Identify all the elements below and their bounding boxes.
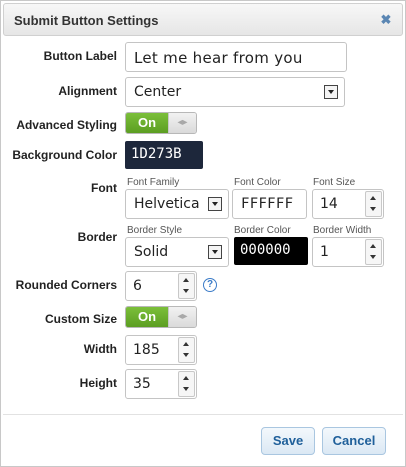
spinner-buttons — [178, 337, 195, 363]
custom-size-label: Custom Size — [44, 312, 117, 326]
width-spinner[interactable]: 185 — [125, 335, 197, 365]
width-value: 185 — [133, 342, 160, 358]
advanced-styling-label: Advanced Styling — [16, 118, 117, 132]
spinner-buttons — [365, 191, 382, 217]
font-family-select[interactable]: Helvetica — [125, 189, 229, 219]
toggle-grip-icon: ◂▸ — [168, 113, 196, 133]
submit-button-settings-dialog: Submit Button Settings ✖ Button Label Le… — [0, 0, 406, 467]
background-color-swatch[interactable]: 1D273B — [125, 141, 203, 169]
font-size-spinner[interactable]: 14 — [312, 189, 384, 219]
height-label: Height — [79, 376, 117, 390]
height-value: 35 — [133, 376, 151, 392]
spin-down-icon[interactable] — [179, 384, 194, 396]
spin-down-icon[interactable] — [179, 350, 194, 362]
font-family-value: Helvetica — [134, 196, 200, 212]
spin-up-icon[interactable] — [366, 240, 381, 252]
help-icon[interactable]: ? — [203, 278, 217, 292]
alignment-select[interactable]: Center — [125, 77, 345, 107]
close-icon[interactable]: ✖ — [378, 12, 394, 28]
font-label: Font — [91, 181, 117, 195]
width-label: Width — [83, 342, 117, 356]
font-color-value: FFFFFF — [241, 196, 294, 212]
font-family-label: Font Family — [127, 177, 180, 188]
spin-down-icon[interactable] — [366, 204, 381, 216]
footer-divider — [3, 414, 403, 415]
advanced-styling-toggle[interactable]: On ◂▸ — [125, 112, 197, 134]
border-style-label: Border Style — [127, 225, 183, 236]
border-width-spinner[interactable]: 1 — [312, 237, 384, 267]
dialog-titlebar: Submit Button Settings ✖ — [3, 3, 403, 36]
toggle-on-label: On — [126, 307, 168, 327]
border-color-value: 000000 — [240, 242, 291, 258]
spinner-buttons — [365, 239, 382, 265]
spin-down-icon[interactable] — [179, 286, 194, 298]
toggle-grip-icon: ◂▸ — [168, 307, 196, 327]
rounded-corners-value: 6 — [133, 278, 142, 294]
font-size-value: 14 — [320, 196, 338, 212]
font-color-input[interactable]: FFFFFF — [232, 189, 307, 219]
spin-up-icon[interactable] — [179, 372, 194, 384]
toggle-on-label: On — [126, 113, 168, 133]
chevron-down-icon[interactable] — [208, 197, 222, 211]
chevron-down-icon[interactable] — [324, 85, 338, 99]
background-color-label: Background Color — [12, 148, 117, 162]
border-label: Border — [77, 230, 117, 244]
button-label-value: Let me hear from you — [134, 49, 303, 67]
cancel-button[interactable]: Cancel — [322, 427, 386, 455]
spin-up-icon[interactable] — [366, 192, 381, 204]
border-width-value: 1 — [320, 244, 329, 260]
custom-size-toggle[interactable]: On ◂▸ — [125, 306, 197, 328]
button-label-label: Button Label — [43, 49, 117, 63]
spinner-buttons — [178, 371, 195, 397]
border-style-value: Solid — [134, 244, 169, 260]
height-spinner[interactable]: 35 — [125, 369, 197, 399]
rounded-corners-label: Rounded Corners — [15, 278, 117, 292]
spin-up-icon[interactable] — [179, 274, 194, 286]
spinner-buttons — [178, 273, 195, 299]
alignment-label: Alignment — [58, 84, 117, 98]
rounded-corners-spinner[interactable]: 6 — [125, 271, 197, 301]
save-button[interactable]: Save — [261, 427, 315, 455]
button-label-input[interactable]: Let me hear from you — [125, 42, 347, 72]
border-width-label: Border Width — [313, 225, 372, 236]
dialog-title: Submit Button Settings — [14, 13, 159, 28]
chevron-down-icon[interactable] — [208, 245, 222, 259]
background-color-value: 1D273B — [131, 146, 182, 162]
alignment-value: Center — [134, 84, 182, 100]
font-size-label: Font Size — [313, 177, 356, 188]
spin-up-icon[interactable] — [179, 338, 194, 350]
border-color-label: Border Color — [234, 225, 291, 236]
spin-down-icon[interactable] — [366, 252, 381, 264]
border-style-select[interactable]: Solid — [125, 237, 229, 267]
font-color-label: Font Color — [234, 177, 281, 188]
border-color-swatch[interactable]: 000000 — [234, 237, 308, 265]
